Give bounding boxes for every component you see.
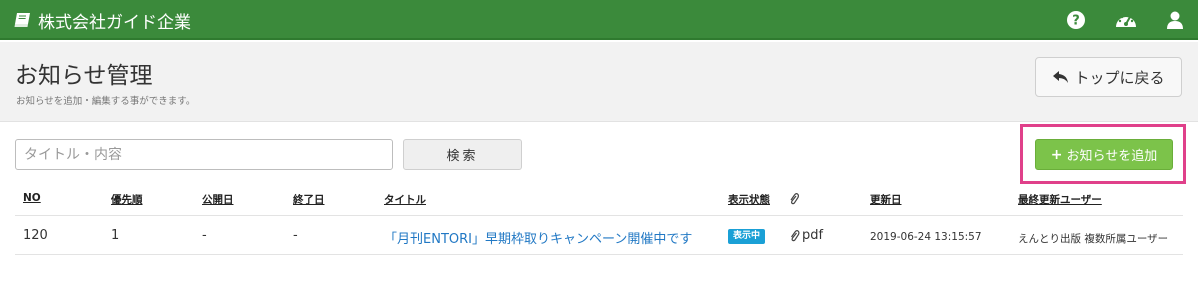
column-header-status[interactable]: 表示状態 (728, 192, 770, 207)
attachment-label: pdf (802, 228, 824, 243)
add-notice-label: お知らせを追加 (1066, 149, 1158, 164)
cell-last-user: えんとり出版 複数所属ユーザー (1018, 233, 1169, 245)
column-header-updated[interactable]: 更新日 (870, 192, 902, 207)
book-icon (14, 13, 30, 27)
back-button-label: トップに戻る (1074, 68, 1165, 87)
search-button[interactable]: 検索 (403, 139, 522, 170)
notice-title-link[interactable]: 「月刊ENTORI」早期枠取りキャンペーン開催中です (384, 228, 692, 247)
attachment-link[interactable]: pdf (789, 228, 823, 243)
cell-publish-date: - (202, 228, 207, 243)
status-badge: 表示中 (728, 229, 766, 244)
paperclip-icon (790, 193, 799, 205)
column-header-priority[interactable]: 優先順 (111, 192, 143, 207)
table-header-divider (15, 215, 1183, 216)
svg-text:?: ? (1072, 14, 1080, 29)
brand[interactable]: 株式会社ガイド企業 (14, 8, 191, 33)
column-header-publish-date[interactable]: 公開日 (202, 192, 234, 207)
column-header-title[interactable]: タイトル (384, 192, 426, 207)
column-header-end-date[interactable]: 終了日 (293, 192, 325, 207)
paperclip-icon (791, 229, 800, 241)
search-input[interactable] (15, 139, 393, 170)
cell-priority: 1 (111, 228, 120, 243)
user-icon[interactable] (1165, 10, 1185, 30)
help-icon[interactable]: ? (1066, 10, 1086, 30)
page-header: お知らせ管理 お知らせを追加・編集する事ができます。 トップに戻る (0, 42, 1198, 122)
page-title: お知らせ管理 (15, 63, 153, 89)
page-subtitle: お知らせを追加・編集する事ができます。 (16, 96, 196, 107)
brand-name: 株式会社ガイド企業 (38, 12, 191, 33)
column-header-no[interactable]: NO (23, 192, 41, 204)
plus-icon: + (1050, 146, 1063, 163)
table-row-divider (15, 254, 1183, 255)
dashboard-icon[interactable] (1114, 10, 1138, 30)
cell-end-date: - (293, 228, 298, 243)
add-notice-button[interactable]: + お知らせを追加 (1035, 139, 1173, 170)
cell-no: 120 (23, 228, 48, 243)
cell-updated: 2019-06-24 13:15:57 (870, 231, 982, 243)
back-to-top-button[interactable]: トップに戻る (1035, 57, 1182, 97)
column-header-last-user[interactable]: 最終更新ユーザー (1018, 192, 1102, 207)
reply-arrow-icon (1053, 71, 1069, 83)
top-navbar: 株式会社ガイド企業 ? (0, 0, 1198, 40)
